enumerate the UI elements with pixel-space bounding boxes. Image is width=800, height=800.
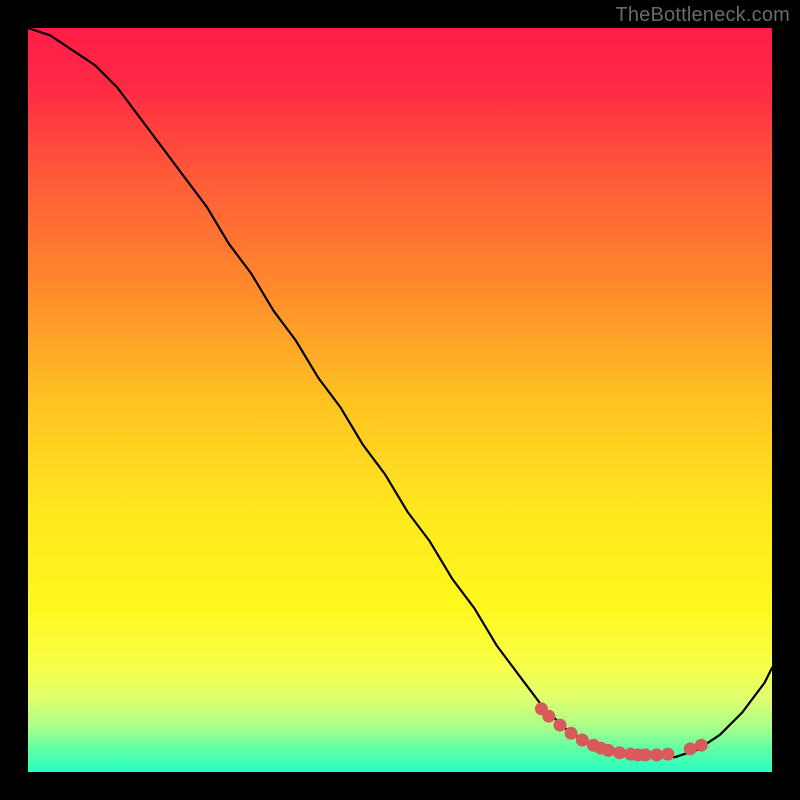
plot-background (28, 28, 772, 772)
marker-point (542, 710, 555, 723)
marker-point (602, 744, 615, 757)
bottleneck-chart (0, 0, 800, 800)
marker-point (661, 748, 674, 761)
marker-point (565, 727, 578, 740)
marker-point (650, 748, 663, 761)
marker-point (639, 748, 652, 761)
marker-point (684, 742, 697, 755)
marker-point (576, 734, 589, 747)
marker-point (695, 739, 708, 752)
marker-point (613, 746, 626, 759)
marker-point (554, 719, 567, 732)
chart-container: TheBottleneck.com (0, 0, 800, 800)
